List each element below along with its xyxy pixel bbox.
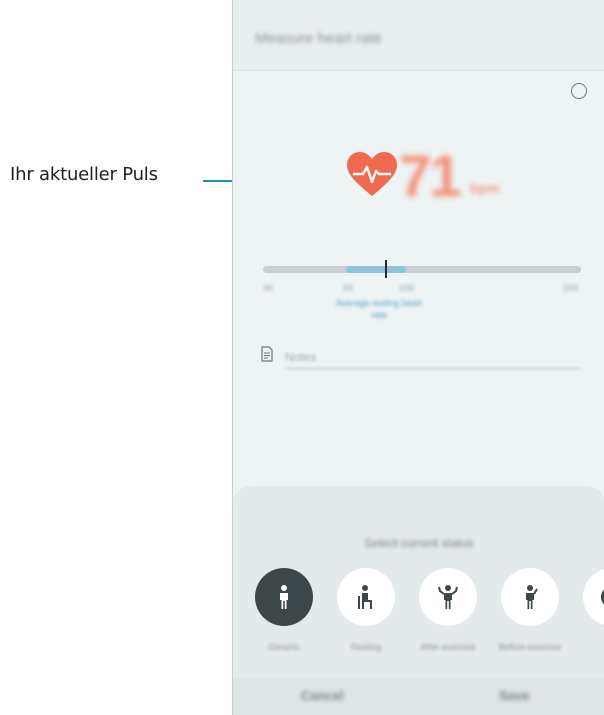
heart-rate-value: 71 bbox=[399, 144, 461, 209]
status-after-exercise-button[interactable] bbox=[419, 568, 477, 626]
range-caption: Average resting heart rate bbox=[336, 298, 422, 320]
current-heart-rate-marker bbox=[385, 260, 387, 278]
heart-icon bbox=[347, 152, 397, 196]
seated-person-icon bbox=[358, 585, 372, 609]
stretching-person-icon bbox=[526, 585, 538, 609]
cancel-button[interactable]: Cancel bbox=[301, 688, 344, 703]
range-tick-high: 100 bbox=[399, 283, 415, 293]
range-tick-min: 40 bbox=[263, 283, 274, 293]
status-icon bbox=[601, 589, 604, 605]
heart-rate-range-track bbox=[263, 266, 581, 273]
normal-range-band bbox=[346, 266, 406, 273]
status-resting-label: Resting bbox=[350, 642, 382, 652]
status-before-exercise-label: Before exercise bbox=[498, 642, 562, 652]
status-heading: Select current status bbox=[364, 536, 474, 550]
more-options-radio[interactable] bbox=[571, 83, 587, 99]
save-button[interactable]: Save bbox=[499, 688, 529, 703]
bottom-action-bar bbox=[233, 678, 604, 715]
status-generic-label: Generic bbox=[268, 642, 300, 652]
note-icon bbox=[261, 346, 273, 362]
notes-input[interactable] bbox=[285, 346, 581, 369]
status-after-exercise-label: After exercise bbox=[420, 642, 476, 652]
app-title: Measure heart rate bbox=[255, 30, 382, 47]
range-tick-max: 150 bbox=[563, 283, 579, 293]
status-resting-button[interactable] bbox=[337, 568, 395, 626]
status-generic-button[interactable] bbox=[255, 568, 313, 626]
status-before-exercise-button[interactable] bbox=[501, 568, 559, 626]
phone-screen: Measure heart rate 71 bpm 40 60 100 150 … bbox=[232, 0, 604, 715]
app-bar: Measure heart rate bbox=[233, 0, 604, 71]
callout-label: Ihr aktueller Puls bbox=[10, 164, 158, 185]
flexing-person-icon bbox=[438, 585, 458, 609]
heart-rate-unit: bpm bbox=[470, 180, 500, 196]
range-tick-low: 60 bbox=[343, 283, 354, 293]
standing-person-icon bbox=[280, 585, 288, 609]
